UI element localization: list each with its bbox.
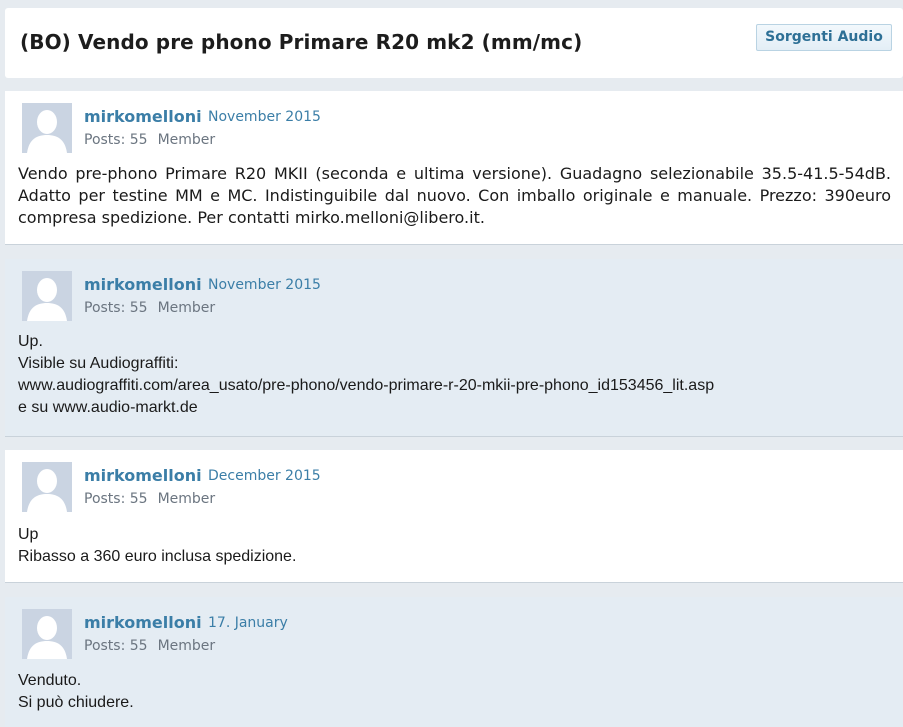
post-body: Up Ribasso a 360 euro inclusa spedizione… bbox=[18, 524, 891, 568]
avatar[interactable] bbox=[22, 462, 72, 512]
post-body-link[interactable]: www.audiograffiti.com/area_usato/pre-pho… bbox=[18, 375, 891, 397]
post-body-line: Venduto. bbox=[18, 672, 82, 689]
post-1: mirkomelloni November 2015 Posts: 55 Memb… bbox=[5, 91, 903, 245]
post-date[interactable]: November 2015 bbox=[208, 109, 321, 125]
post-body-line: Up bbox=[18, 526, 39, 543]
post-author[interactable]: mirkomelloni bbox=[84, 107, 202, 126]
avatar[interactable] bbox=[22, 103, 72, 153]
post-count: Posts: 55 bbox=[84, 638, 148, 654]
post-author[interactable]: mirkomelloni bbox=[84, 466, 202, 485]
post-body-line: Visible su Audiograffiti: bbox=[18, 355, 179, 372]
post-count: Posts: 55 bbox=[84, 132, 148, 148]
post-3: mirkomelloni December 2015 Posts: 55 Memb… bbox=[5, 450, 903, 583]
post-author[interactable]: mirkomelloni bbox=[84, 275, 202, 294]
thread-page: (BO) Vendo pre phono Primare R20 mk2 (mm… bbox=[0, 0, 903, 727]
post-meta: Posts: 55 Member bbox=[84, 491, 215, 507]
user-role: Member bbox=[157, 638, 216, 654]
post-body-line: e su www.audio-markt.de bbox=[18, 399, 198, 416]
avatar[interactable] bbox=[22, 271, 72, 321]
post-body: Up. Visible su Audiograffiti: www.audiog… bbox=[18, 331, 891, 419]
default-user-avatar-icon bbox=[22, 609, 72, 659]
post-count: Posts: 55 bbox=[84, 491, 148, 507]
post-body-line: Up. bbox=[18, 333, 43, 350]
post-meta: Posts: 55 Member bbox=[84, 300, 215, 316]
post-meta: Posts: 55 Member bbox=[84, 132, 215, 148]
post-meta: Posts: 55 Member bbox=[84, 638, 215, 654]
thread-title: (BO) Vendo pre phono Primare R20 mk2 (mm… bbox=[20, 30, 583, 54]
post-body-line: Ribasso a 360 euro inclusa spedizione. bbox=[18, 548, 297, 565]
post-body-line: Si può chiudere. bbox=[18, 694, 134, 711]
thread-header: (BO) Vendo pre phono Primare R20 mk2 (mm… bbox=[5, 8, 903, 78]
default-user-avatar-icon bbox=[22, 103, 72, 153]
post-date[interactable]: 17. January bbox=[208, 615, 288, 631]
post-author[interactable]: mirkomelloni bbox=[84, 613, 202, 632]
category-button[interactable]: Sorgenti Audio bbox=[756, 24, 892, 51]
post-body: Vendo pre-phono Primare R20 MKII (second… bbox=[18, 164, 891, 227]
post-4: mirkomelloni 17. January Posts: 55 Member… bbox=[5, 597, 903, 727]
post-date[interactable]: November 2015 bbox=[208, 277, 321, 293]
default-user-avatar-icon bbox=[22, 462, 72, 512]
post-2: mirkomelloni November 2015 Posts: 55 Memb… bbox=[5, 259, 903, 437]
post-body: Venduto. Si può chiudere. bbox=[18, 670, 891, 714]
post-count: Posts: 55 bbox=[84, 300, 148, 316]
default-user-avatar-icon bbox=[22, 271, 72, 321]
user-role: Member bbox=[157, 132, 216, 148]
user-role: Member bbox=[157, 300, 216, 316]
user-role: Member bbox=[157, 491, 216, 507]
avatar[interactable] bbox=[22, 609, 72, 659]
post-date[interactable]: December 2015 bbox=[208, 468, 321, 484]
